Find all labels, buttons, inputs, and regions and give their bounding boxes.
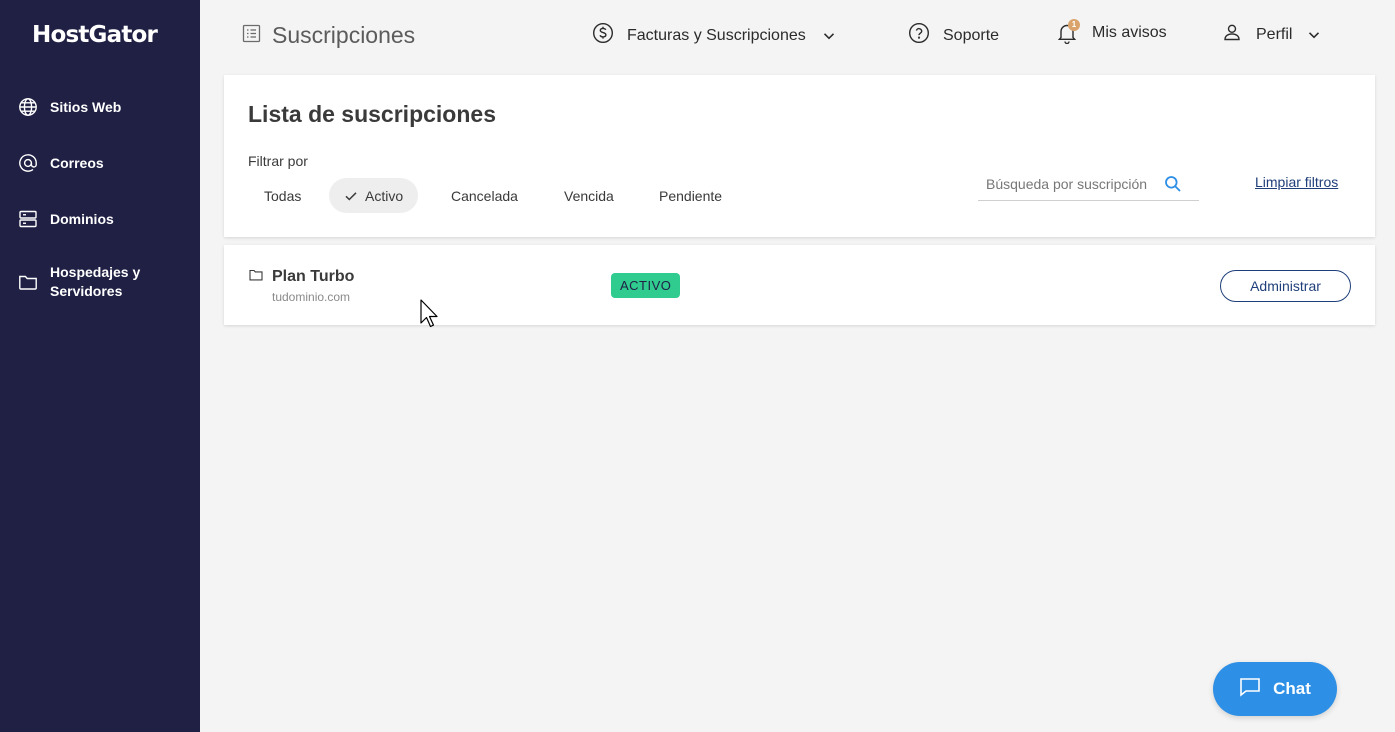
search-field	[978, 168, 1199, 201]
sidebar-item-emails[interactable]: Correos	[18, 153, 104, 173]
chat-button[interactable]: Chat	[1213, 662, 1337, 716]
page-title: Suscripciones	[242, 22, 415, 49]
bell-icon: 1	[1057, 19, 1080, 44]
sidebar-item-label: Hospedajes y Servidores	[50, 264, 141, 299]
sidebar-item-domains[interactable]: Dominios	[18, 209, 114, 229]
support-link[interactable]: Soporte	[908, 22, 999, 49]
billing-menu-label: Facturas y Suscripciones	[627, 26, 806, 44]
filters-card: Lista de suscripciones Filtrar por Todas…	[224, 75, 1375, 237]
filter-chip-todas[interactable]: Todas	[249, 178, 316, 213]
subscription-row: Plan Turbo tudominio.com ACTIVO Administ…	[224, 245, 1375, 325]
sidebar-item-label: Correos	[50, 154, 104, 171]
plan-name: Plan Turbo	[272, 268, 355, 285]
sidebar-item-label: Sitios Web	[50, 98, 122, 115]
status-badge: ACTIVO	[611, 273, 681, 298]
sidebar-item-websites[interactable]: Sitios Web	[18, 97, 121, 117]
plan-domain: tudominio.com	[272, 290, 351, 304]
search-input[interactable]	[978, 176, 1158, 192]
sidebar-item-label: Dominios	[50, 210, 114, 227]
folder-icon	[249, 269, 263, 281]
search-icon[interactable]	[1164, 175, 1182, 193]
sidebar-item-hosting[interactable]: Hospedajes y Servidores	[18, 263, 160, 301]
notices-menu-label: Mis avisos	[1092, 24, 1167, 41]
clear-filters-link[interactable]: Limpiar filtros	[1255, 174, 1338, 190]
filter-label: Filtrar por	[248, 153, 308, 169]
filter-chip-activo[interactable]: Activo	[329, 178, 419, 213]
profile-menu-label: Perfil	[1256, 25, 1293, 43]
mouse-cursor-icon	[420, 299, 440, 334]
list-icon	[242, 24, 261, 48]
dollar-icon	[592, 22, 614, 49]
filter-chip-vencida[interactable]: Vencida	[549, 178, 629, 213]
manage-button[interactable]: Administrar	[1220, 270, 1351, 302]
chip-label: Vencida	[564, 187, 614, 204]
filter-chip-pendiente[interactable]: Pendiente	[644, 178, 737, 213]
list-title: Lista de suscripciones	[248, 101, 496, 127]
folder-icon	[18, 272, 38, 292]
chat-button-label: Chat	[1273, 679, 1311, 698]
notices-menu[interactable]: 1 Mis avisos	[1057, 19, 1167, 44]
page-title-label: Suscripciones	[272, 22, 416, 48]
server-icon	[18, 209, 38, 229]
chevron-down-icon	[822, 29, 836, 43]
support-link-label: Soporte	[943, 26, 1000, 44]
profile-menu[interactable]: Perfil	[1222, 22, 1321, 47]
chip-label: Activo	[365, 187, 404, 204]
help-icon	[908, 22, 930, 49]
at-sign-icon	[18, 153, 38, 173]
globe-icon	[18, 97, 38, 117]
filter-chip-cancelada[interactable]: Cancelada	[436, 178, 533, 213]
sidebar: HostGator Sitios Web Correos Dominios Ho…	[0, 0, 200, 732]
chevron-down-icon	[1307, 28, 1321, 42]
billing-menu[interactable]: Facturas y Suscripciones	[592, 22, 836, 49]
notification-badge: 1	[1068, 19, 1080, 31]
check-icon	[344, 189, 358, 203]
chat-bubble-icon	[1239, 677, 1261, 702]
chip-label: Pendiente	[659, 187, 723, 204]
chip-label: Cancelada	[451, 187, 518, 204]
chip-label: Todas	[264, 187, 302, 204]
hostgator-logo[interactable]: HostGator	[32, 22, 158, 48]
user-icon	[1222, 22, 1242, 47]
